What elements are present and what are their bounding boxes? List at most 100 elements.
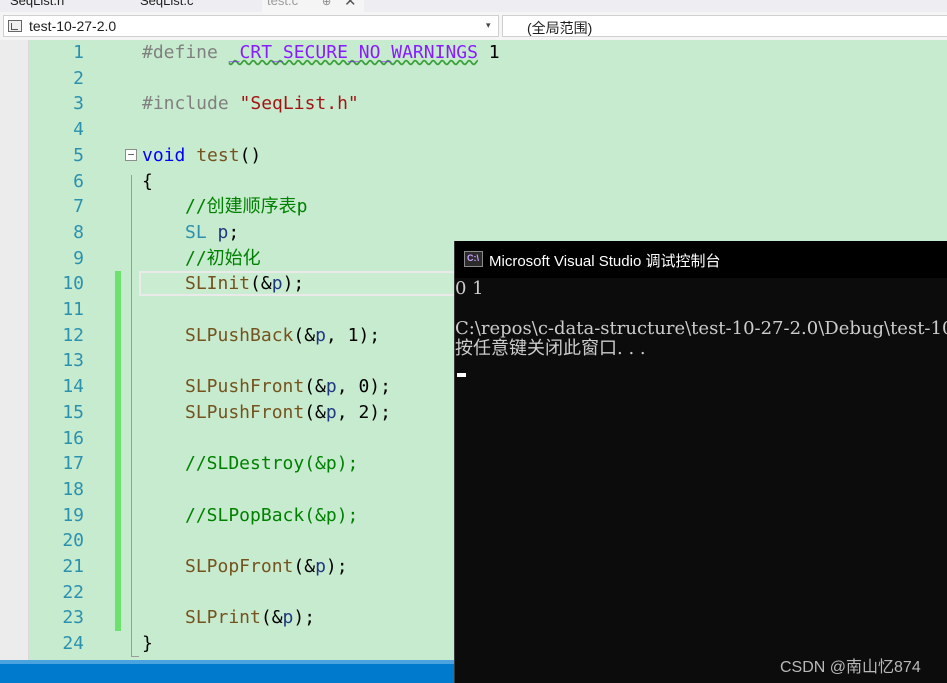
number-literal: 1 (347, 324, 359, 346)
tab-test-c[interactable]: test.c ⊕ ✕ (262, 0, 364, 12)
punctuation: ); (369, 401, 391, 423)
include-path: "SeqList.h" (239, 93, 359, 115)
tab-label: test.c (267, 0, 299, 8)
tab-label: SeqList.h (10, 0, 65, 8)
console-output-line: 0 1 (455, 278, 484, 299)
line-number: 24 (62, 633, 84, 655)
punctuation: (& (304, 401, 326, 423)
punctuation: ); (293, 607, 316, 629)
variable: p (325, 376, 337, 398)
console-output-line: 按任意键关闭此窗口. . . (455, 338, 646, 359)
line-number: 16 (62, 427, 84, 449)
line-number: 19 (62, 504, 84, 526)
code-line-21: SLPopFront(&p); (185, 554, 348, 580)
line-number: 11 (62, 299, 84, 320)
line-number: 1 (73, 42, 84, 63)
collapse-icon[interactable]: − (125, 149, 137, 161)
tab-seqlist-h[interactable]: SeqList.h (10, 0, 64, 12)
punctuation: (& (293, 324, 316, 346)
code-line-24: } (142, 633, 153, 655)
code-line-3: #include "SeqList.h" (142, 91, 359, 117)
line-number: 5 (73, 144, 84, 166)
line-number: 4 (73, 119, 84, 141)
indicator-margin (0, 40, 28, 660)
line-number: 10 (62, 273, 84, 295)
variable: p (315, 324, 326, 346)
line-number: 12 (62, 324, 84, 346)
line-number: 8 (73, 221, 84, 243)
code-line-17-comment: //SLDestroy(&p); (185, 453, 359, 475)
pin-icon[interactable]: ⊕ (322, 0, 331, 8)
tab-seqlist-c[interactable]: SeqList.c (140, 0, 193, 12)
punctuation: ); (325, 556, 348, 577)
punctuation: ; (228, 221, 240, 243)
close-icon[interactable]: ✕ (344, 0, 357, 10)
function-call: SLPushBack (185, 324, 294, 346)
change-tracking-bar (115, 271, 121, 632)
console-output-line: C:\repos\c-data-structure\test-10-27-2.0… (455, 318, 947, 339)
debug-console-window[interactable]: C:\ Microsoft Visual Studio 调试控制台 0 1 C:… (454, 241, 947, 683)
code-line-12: SLPushBack(&p, 1); (185, 323, 380, 349)
function-call: SLInit (185, 273, 251, 295)
function-call: SLPopFront (185, 556, 294, 577)
punctuation: (& (304, 376, 326, 398)
function-name: test (196, 144, 240, 166)
code-line-9-comment: //初始化 (185, 247, 261, 269)
punctuation: , (325, 324, 348, 346)
project-icon (8, 20, 22, 32)
code-line-19-comment: //SLPopBack(&p); (185, 504, 359, 526)
punctuation: (& (293, 556, 316, 577)
punctuation: (& (260, 607, 283, 629)
console-cursor (457, 373, 466, 377)
line-number: 7 (73, 196, 84, 218)
function-call: SLPrint (185, 607, 261, 629)
code-line-8: SL p; (185, 220, 239, 246)
code-line-1: #define _CRT_SECURE_NO_WARNINGS 1 (142, 40, 500, 66)
number-literal: 0 (358, 376, 370, 398)
punctuation: ); (369, 376, 391, 398)
macro-name: _CRT_SECURE_NO_WARNINGS (228, 42, 478, 63)
console-icon-glyph: C:\ (467, 253, 479, 263)
document-tab-strip: SeqList.h SeqList.c test.c ⊕ ✕ (0, 0, 947, 12)
line-number: 20 (62, 530, 84, 552)
project-dropdown[interactable]: test-10-27-2.0 ▾ (3, 15, 499, 37)
line-number: 6 (73, 170, 84, 192)
code-line-6: { (142, 170, 153, 192)
project-name: test-10-27-2.0 (29, 18, 117, 34)
function-call: SLPushFront (185, 401, 305, 423)
variable: p (325, 401, 337, 423)
line-number: 17 (62, 453, 84, 475)
chevron-down-icon[interactable]: ▾ (486, 21, 491, 31)
punctuation: ); (282, 273, 305, 295)
line-number: 3 (73, 93, 84, 115)
punctuation: () (239, 144, 262, 166)
punctuation: , (336, 401, 359, 423)
status-bar-edge (0, 660, 456, 664)
scope-dropdown[interactable]: (全局范围) (502, 15, 947, 37)
macro-value: 1 (477, 42, 500, 63)
code-line-7-comment: //创建顺序表p (185, 196, 308, 218)
console-title: Microsoft Visual Studio 调试控制台 (489, 253, 721, 270)
number-literal: 2 (358, 401, 370, 423)
punctuation: , (336, 376, 359, 398)
line-number: 13 (62, 350, 84, 372)
variable: p (282, 607, 294, 629)
tab-label: SeqList.c (140, 0, 194, 8)
preprocessor-directive: #define (142, 42, 229, 63)
variable: p (315, 556, 326, 577)
punctuation: ); (358, 324, 381, 346)
line-number: 15 (62, 401, 84, 423)
code-line-23: SLPrint(&p); (185, 605, 315, 631)
console-app-icon: C:\ (464, 251, 483, 267)
function-call: SLPushFront (185, 376, 305, 398)
punctuation: (& (250, 273, 272, 295)
keyword: void (142, 144, 186, 166)
preprocessor-directive: #include (142, 93, 240, 115)
code-line-10: SLInit(&p); (185, 271, 304, 297)
code-line-5: void test() (142, 143, 261, 169)
console-title-bar[interactable]: C:\ Microsoft Visual Studio 调试控制台 (455, 241, 947, 278)
outline-guide-end (131, 656, 139, 657)
line-number: 14 (62, 376, 84, 398)
code-line-14: SLPushFront(&p, 0); (185, 374, 391, 400)
outline-guide (131, 175, 132, 657)
